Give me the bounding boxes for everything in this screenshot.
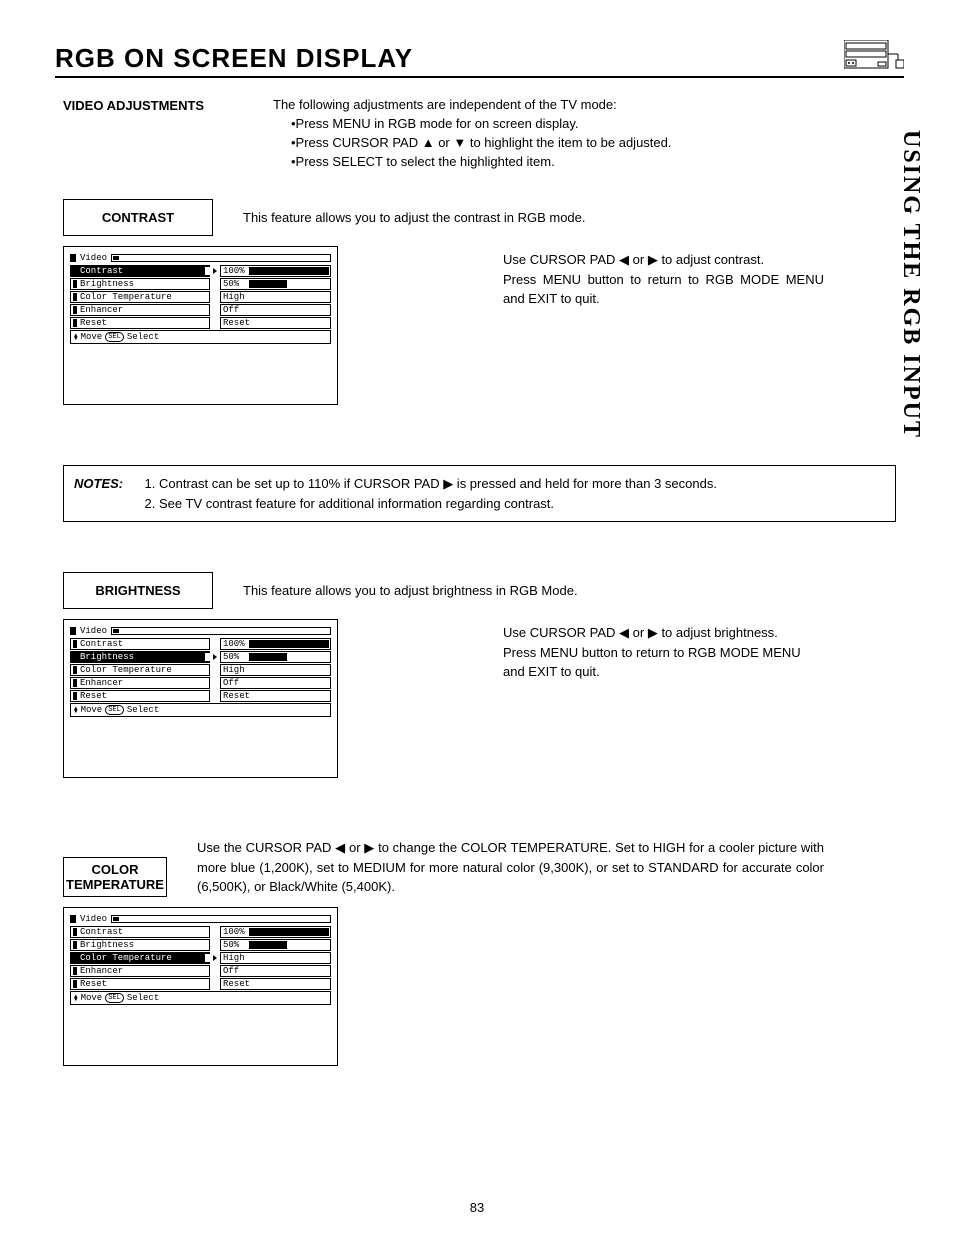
contrast-section: CONTRAST This feature allows you to adju…: [55, 199, 904, 405]
osd-item: Enhancer: [80, 305, 123, 315]
osd-footer-move: Move: [81, 705, 103, 715]
color-temp-box-line1: COLOR: [66, 862, 164, 877]
osd-item: Brightness: [80, 652, 134, 662]
osd-value: 100%: [223, 639, 245, 649]
osd-value: Reset: [223, 691, 250, 701]
osd-item: Brightness: [80, 940, 134, 950]
brightness-heading-box: BRIGHTNESS: [63, 572, 213, 609]
brightness-section: BRIGHTNESS This feature allows you to ad…: [55, 572, 904, 778]
osd-footer-move: Move: [81, 332, 103, 342]
osd-footer-select: Select: [127, 993, 159, 1003]
osd-title: Video: [80, 626, 107, 636]
page-number: 83: [0, 1200, 954, 1215]
notes-box: NOTES: Contrast can be set up to 110% if…: [63, 465, 896, 522]
brightness-desc: This feature allows you to adjust bright…: [243, 582, 904, 600]
osd-value: Off: [223, 678, 239, 688]
instr-line: Press MENU button to return to RGB MODE …: [503, 643, 824, 682]
osd-item: Enhancer: [80, 678, 123, 688]
intro-text: The following adjustments are independen…: [273, 96, 904, 171]
color-temp-heading-box: COLOR TEMPERATURE: [63, 857, 167, 897]
osd-title: Video: [80, 914, 107, 924]
note-item: See TV contrast feature for additional i…: [159, 494, 717, 514]
osd-value: Off: [223, 305, 239, 315]
color-temp-box-line2: TEMPERATURE: [66, 877, 164, 892]
contrast-desc: This feature allows you to adjust the co…: [243, 209, 904, 227]
contrast-instructions: Use CURSOR PAD ◀ or ▶ to adjust contrast…: [363, 246, 904, 405]
intro-line: The following adjustments are independen…: [273, 96, 824, 115]
monitor-icon: [844, 40, 904, 74]
osd-screen-contrast: Video Contrast 100% Brightness 50% Color T…: [63, 246, 338, 405]
osd-value: Reset: [223, 318, 250, 328]
osd-value: 100%: [223, 266, 245, 276]
intro-bullet: •Press CURSOR PAD ▲ or ▼ to highlight th…: [291, 134, 824, 153]
osd-footer-select: Select: [127, 332, 159, 342]
page-title-row: RGB ON SCREEN DISPLAY: [55, 40, 904, 78]
intro-bullet: •Press MENU in RGB mode for on screen di…: [291, 115, 824, 134]
osd-value: 50%: [223, 279, 239, 289]
note-item: Contrast can be set up to 110% if CURSOR…: [159, 474, 717, 494]
color-temp-section: COLOR TEMPERATURE Use the CURSOR PAD ◀ o…: [55, 838, 904, 1066]
osd-title: Video: [80, 253, 107, 263]
osd-footer-move: Move: [81, 993, 103, 1003]
osd-item: Enhancer: [80, 966, 123, 976]
osd-value: High: [223, 953, 245, 963]
brightness-instructions: Use CURSOR PAD ◀ or ▶ to adjust brightne…: [363, 619, 904, 778]
osd-value: Reset: [223, 979, 250, 989]
osd-footer-sel-glyph: SEL: [105, 332, 124, 342]
intro-bullet: •Press SELECT to select the highlighted …: [291, 153, 824, 172]
side-tab-label: USING THE RGB INPUT: [897, 130, 924, 439]
osd-value: High: [223, 665, 245, 675]
osd-item: Color Temperature: [80, 665, 172, 675]
osd-value: High: [223, 292, 245, 302]
instr-line: Use CURSOR PAD ◀ or ▶ to adjust contrast…: [503, 250, 824, 270]
osd-screen-color-temp: Video Contrast 100% Brightness 50% Color T…: [63, 907, 338, 1066]
contrast-heading-box: CONTRAST: [63, 199, 213, 236]
page-title: RGB ON SCREEN DISPLAY: [55, 43, 413, 74]
osd-item: Color Temperature: [80, 292, 172, 302]
osd-value: 50%: [223, 652, 239, 662]
osd-item: Contrast: [80, 266, 123, 276]
osd-value: Off: [223, 966, 239, 976]
osd-item: Reset: [80, 979, 107, 989]
osd-item: Contrast: [80, 927, 123, 937]
instr-line: Use CURSOR PAD ◀ or ▶ to adjust brightne…: [503, 623, 824, 643]
color-temp-desc: Use the CURSOR PAD ◀ or ▶ to change the …: [197, 838, 904, 897]
intro-label: VIDEO ADJUSTMENTS: [63, 96, 273, 171]
osd-item: Contrast: [80, 639, 123, 649]
osd-item: Brightness: [80, 279, 134, 289]
osd-item: Color Temperature: [80, 953, 172, 963]
instr-line: Press MENU button to return to RGB MODE …: [503, 270, 824, 309]
notes-label: NOTES:: [74, 474, 139, 513]
osd-value: 50%: [223, 940, 239, 950]
osd-item: Reset: [80, 691, 107, 701]
osd-value: 100%: [223, 927, 245, 937]
osd-footer-select: Select: [127, 705, 159, 715]
osd-item: Reset: [80, 318, 107, 328]
intro-row: VIDEO ADJUSTMENTS The following adjustme…: [55, 96, 904, 171]
osd-footer-sel-glyph: SEL: [105, 993, 124, 1003]
osd-footer-sel-glyph: SEL: [105, 705, 124, 715]
osd-screen-brightness: Video Contrast 100% Brightness 50% Color T…: [63, 619, 338, 778]
